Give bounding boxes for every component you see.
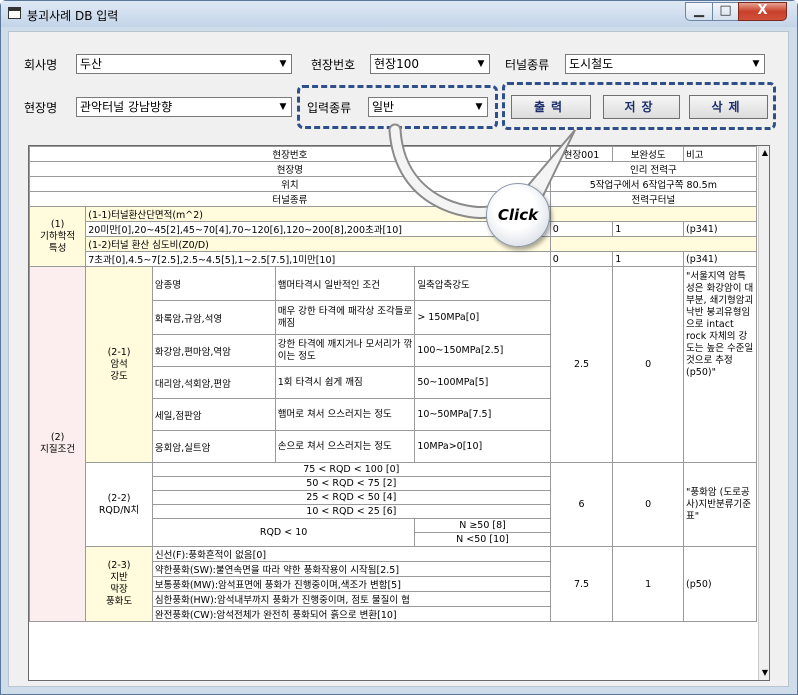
arrow-body-inner xyxy=(390,125,493,217)
callout-arrow xyxy=(388,123,576,219)
click-indicator-badge: Click xyxy=(486,183,550,247)
